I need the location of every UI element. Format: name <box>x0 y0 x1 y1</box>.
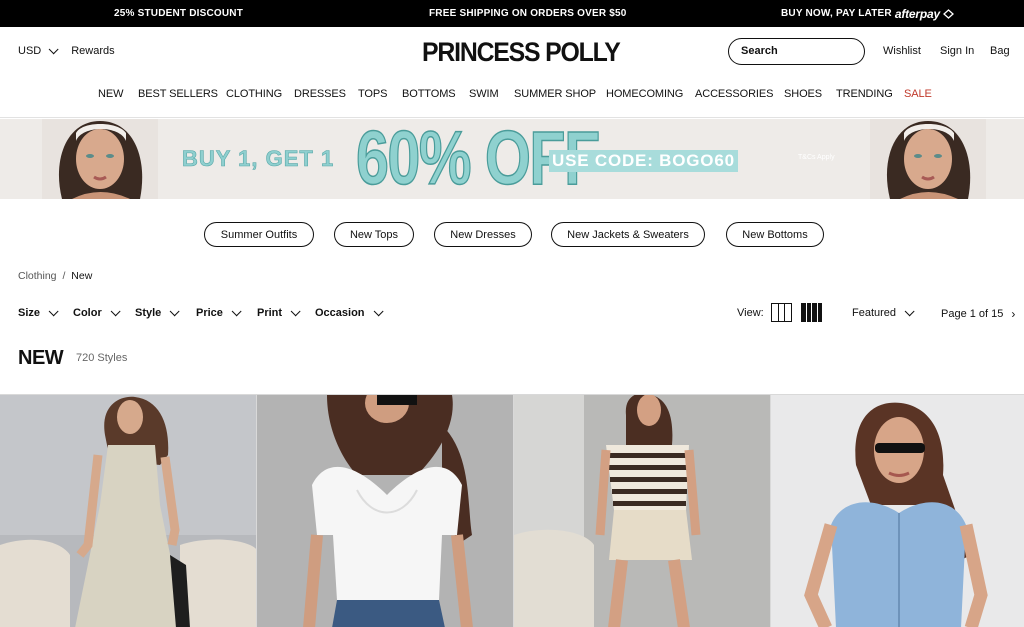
filter-color[interactable]: Color <box>73 305 121 319</box>
chevron-down-icon <box>48 305 59 316</box>
filter-size-label: Size <box>18 307 41 319</box>
currency-selector[interactable]: USD <box>18 43 59 57</box>
breadcrumb-clothing[interactable]: Clothing <box>18 270 57 282</box>
filter-occasion[interactable]: Occasion <box>315 305 384 319</box>
page-title: NEW <box>18 347 64 369</box>
chevron-right-icon[interactable]: › <box>1011 307 1015 321</box>
product-grid <box>0 394 1024 627</box>
chevron-down-icon <box>110 305 121 316</box>
banner-terms-link[interactable]: T&Cs Apply <box>798 154 835 161</box>
nav-item-accessories[interactable]: ACCESSORIES <box>695 88 773 100</box>
filter-print[interactable]: Print <box>257 305 301 319</box>
sign-in-link[interactable]: Sign In <box>940 45 974 57</box>
nav-item-new[interactable]: NEW <box>98 88 123 100</box>
chevron-down-icon <box>290 305 301 316</box>
nav-item-trending[interactable]: TRENDING <box>836 88 893 100</box>
product-card[interactable] <box>0 395 257 627</box>
filter-style-label: Style <box>135 307 162 319</box>
grid-4-column-icon[interactable] <box>801 303 822 322</box>
announcement-bar: 25% STUDENT DISCOUNT FREE SHIPPING ON OR… <box>0 0 1024 27</box>
nav-item-sale[interactable]: SALE <box>904 88 932 100</box>
breadcrumb-separator: / <box>62 270 66 282</box>
main-navigation: NEW BEST SELLERS CLOTHING DRESSES TOPS B… <box>0 75 1024 118</box>
pagination: Page 1 of 15 › <box>941 307 1015 321</box>
announcement-free-shipping[interactable]: FREE SHIPPING ON ORDERS OVER $50 <box>429 8 627 19</box>
chevron-down-icon <box>373 305 384 316</box>
product-image-linen-maxi-dress[interactable] <box>0 395 257 627</box>
nav-item-shoes[interactable]: SHOES <box>784 88 822 100</box>
quick-link-new-jackets-sweaters[interactable]: New Jackets & Sweaters <box>551 222 705 247</box>
rewards-link[interactable]: Rewards <box>71 45 114 57</box>
product-image-blue-button-shirt[interactable] <box>771 395 1024 627</box>
site-header: USD Rewards PRINCESS POLLY Search Wishli… <box>0 27 1024 75</box>
site-logo[interactable]: PRINCESS POLLY <box>422 37 621 68</box>
breadcrumb-current: New <box>71 270 93 282</box>
announcement-afterpay[interactable]: BUY NOW, PAY LATER afterpay <box>781 7 954 21</box>
chevron-down-icon <box>231 305 242 316</box>
product-image-striped-knit-top[interactable] <box>514 395 771 627</box>
style-count: 720 Styles <box>76 352 128 364</box>
nav-item-bottoms[interactable]: BOTTOMS <box>402 88 456 100</box>
view-label: View: <box>737 307 764 319</box>
announcement-student-discount[interactable]: 25% STUDENT DISCOUNT <box>114 8 243 19</box>
filter-color-label: Color <box>73 307 102 319</box>
chevron-down-icon <box>169 305 180 316</box>
filter-print-label: Print <box>257 307 283 319</box>
filter-occasion-label: Occasion <box>315 307 365 319</box>
nav-item-dresses[interactable]: DRESSES <box>294 88 346 100</box>
quick-link-new-tops[interactable]: New Tops <box>334 222 414 247</box>
chevron-down-icon <box>48 43 59 54</box>
filter-size[interactable]: Size <box>18 305 59 319</box>
nav-item-summer-shop[interactable]: SUMMER SHOP <box>514 88 596 100</box>
product-image-white-sweetheart-top[interactable] <box>257 395 514 627</box>
wishlist-link[interactable]: Wishlist <box>883 45 921 57</box>
currency-label: USD <box>18 45 42 57</box>
sort-label: Featured <box>852 307 897 319</box>
header-left: USD Rewards <box>18 43 115 57</box>
filter-price[interactable]: Price <box>196 305 242 319</box>
striped-top <box>606 445 689 510</box>
nav-item-clothing[interactable]: CLOTHING <box>226 88 282 100</box>
afterpay-icon <box>942 8 954 19</box>
filter-price-label: Price <box>196 307 223 319</box>
quick-link-new-bottoms[interactable]: New Bottoms <box>726 222 824 247</box>
promo-banner[interactable]: BUY 1, GET 1 60% OFF USE CODE: BOGO60 T&… <box>0 119 1024 199</box>
nav-item-homecoming[interactable]: HOMECOMING <box>606 88 683 100</box>
product-card[interactable] <box>771 395 1024 627</box>
banner-model-image-right <box>870 119 986 199</box>
banner-promo-code: USE CODE: BOGO60 <box>549 150 738 172</box>
chevron-down-icon <box>904 305 915 316</box>
nav-item-best-sellers[interactable]: BEST SELLERS <box>138 88 218 100</box>
announcement-bnpl-text: BUY NOW, PAY LATER <box>781 8 892 19</box>
product-card[interactable] <box>257 395 514 627</box>
product-card[interactable] <box>514 395 771 627</box>
pagination-label: Page 1 of 15 <box>941 308 1004 320</box>
afterpay-logo: afterpay <box>894 6 940 21</box>
search-input[interactable]: Search <box>728 38 865 65</box>
banner-model-image-left <box>42 119 158 199</box>
grid-3-column-icon[interactable] <box>771 303 792 322</box>
bag-link[interactable]: Bag <box>990 45 1010 57</box>
filter-style[interactable]: Style <box>135 305 180 319</box>
nav-item-tops[interactable]: TOPS <box>358 88 387 100</box>
quick-link-new-dresses[interactable]: New Dresses <box>434 222 532 247</box>
nav-item-swim[interactable]: SWIM <box>469 88 499 100</box>
sort-dropdown[interactable]: Featured <box>852 305 915 319</box>
breadcrumb: Clothing / New <box>18 270 92 282</box>
banner-offer-text: BUY 1, GET 1 <box>182 146 335 172</box>
quick-link-summer-outfits[interactable]: Summer Outfits <box>204 222 314 247</box>
